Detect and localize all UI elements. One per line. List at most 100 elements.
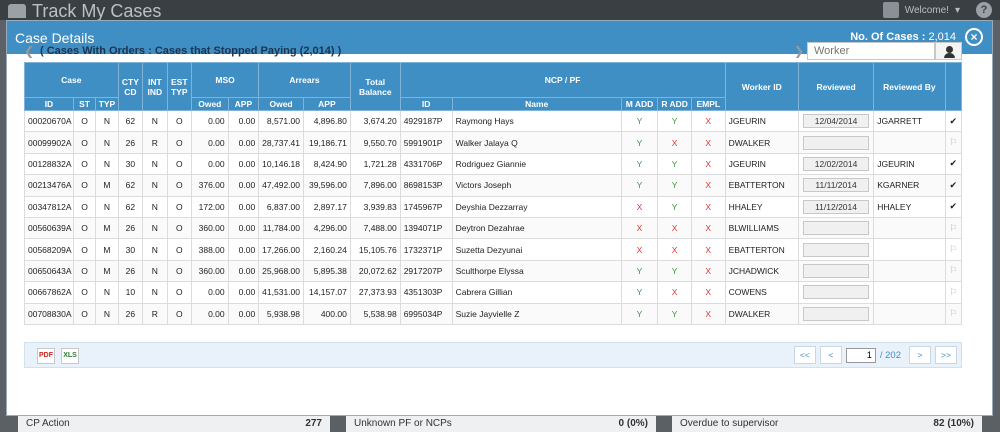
flag-icon[interactable]: ⚐ [944, 259, 963, 283]
col-cty-cd[interactable]: CTY CD [117, 62, 144, 111]
stat-cp-action[interactable]: CP Action 277 [18, 416, 330, 432]
col-case-id[interactable]: ID [24, 97, 74, 111]
cell-empl: X [690, 259, 726, 283]
cell-reviewed-by: JGEURIN [873, 152, 946, 176]
table-row[interactable]: 00708830A O N 26 R O 0.00 0.00 5,938.98 400.00 5,5… [24, 302, 963, 325]
export-excel-icon[interactable]: XLS [61, 348, 79, 364]
col-reviewed-by[interactable]: Reviewed By [873, 62, 946, 111]
table-row[interactable]: 00213476A O M 62 N O 376.00 0.00 47,492.00 39,596… [24, 174, 963, 197]
cell-case-st: O [72, 131, 97, 154]
col-mso-owed[interactable]: Owed [190, 97, 229, 111]
cell-worker-id: DWALKER [724, 302, 799, 325]
cell-mso-app: 0.00 [227, 238, 260, 261]
table-row[interactable]: 00128832A O N 30 N O 0.00 0.00 10,146.18 8,424.90… [24, 152, 963, 176]
app-logo[interactable]: Track My Cases [8, 1, 161, 22]
col-case-typ[interactable]: TYP [95, 97, 119, 111]
cell-ncp-name: Suzie Jayvielle Z [451, 302, 622, 325]
worker-filter-input[interactable] [807, 42, 935, 60]
prev-category-icon[interactable]: ❮ [24, 44, 34, 58]
prev-page-button[interactable]: < [819, 346, 842, 364]
cell-reviewed: 12/04/2014 [797, 109, 875, 133]
col-int-ind[interactable]: INT IND [142, 62, 168, 111]
cell-total-balance: 20,072.62 [349, 259, 401, 283]
col-empl[interactable]: EMPL [690, 97, 726, 111]
user-menu[interactable]: Welcome! ▾ [882, 0, 960, 20]
table-footer: PDF XLS << < / 202 > >> [24, 342, 962, 368]
flag-icon[interactable]: ⚐ [944, 131, 963, 154]
cell-est-typ: O [166, 174, 192, 197]
col-case-st[interactable]: ST [72, 97, 97, 111]
col-ncp-id[interactable]: ID [399, 97, 453, 111]
cell-empl: X [690, 131, 726, 154]
cell-mso-owed: 0.00 [190, 152, 229, 176]
cell-case-id: 00213476A [24, 174, 74, 197]
stat-unknown-pf[interactable]: Unknown PF or NCPs 0 (0%) [346, 416, 656, 432]
col-arrears-owed[interactable]: Owed [258, 97, 304, 111]
cell-cty-cd: 62 [117, 195, 144, 218]
col-est-typ[interactable]: EST TYP [166, 62, 192, 111]
cell-case-st: O [72, 195, 97, 218]
check-icon[interactable]: ✔ [944, 174, 963, 197]
case-table: Case CTY CD INT IND EST TYP MSO Arrears … [24, 62, 963, 325]
check-icon[interactable]: ✔ [944, 109, 963, 133]
cell-ncp-name: Victors Joseph [451, 174, 622, 197]
col-r-add[interactable]: R ADD [657, 97, 692, 111]
reviewed-date-field[interactable]: 11/11/2014 [803, 178, 870, 193]
stat-overdue[interactable]: Overdue to supervisor 82 (10%) [672, 416, 982, 432]
export-pdf-icon[interactable]: PDF [37, 348, 55, 364]
first-page-button[interactable]: << [793, 346, 816, 364]
reviewed-date-field[interactable]: 12/02/2014 [803, 156, 870, 171]
col-m-add[interactable]: M ADD [620, 97, 659, 111]
col-reviewed[interactable]: Reviewed [797, 62, 875, 111]
check-icon[interactable]: ✔ [944, 195, 963, 218]
page-number-input[interactable] [845, 347, 876, 363]
cell-arrears-app: 2,160.24 [302, 238, 351, 261]
cell-arrears-owed: 47,492.00 [258, 174, 304, 197]
close-icon[interactable]: × [965, 28, 983, 46]
cell-empl: X [690, 195, 726, 218]
next-page-button[interactable]: > [909, 346, 931, 364]
next-category-icon[interactable]: ❯ [794, 44, 804, 58]
table-row[interactable]: 00568209A O M 30 N O 388.00 0.00 17,266.00 2,160.… [24, 238, 963, 261]
col-arrears-app[interactable]: APP [302, 97, 351, 111]
table-row[interactable]: 00347812A O N 62 N O 172.00 0.00 6,837.00 2,897.1… [24, 195, 963, 218]
cell-reviewed-by [873, 131, 946, 154]
reviewed-date-field[interactable] [803, 285, 870, 300]
col-total-balance[interactable]: Total Balance [349, 62, 401, 111]
last-page-button[interactable]: >> [935, 346, 957, 364]
cell-int-ind: N [142, 259, 168, 283]
cell-mso-app: 0.00 [227, 131, 260, 154]
flag-icon[interactable]: ⚐ [944, 302, 963, 325]
table-row[interactable]: 00020670A O N 62 N O 0.00 0.00 8,571.00 4,896.80 3… [24, 109, 963, 133]
col-worker-id[interactable]: Worker ID [724, 62, 799, 111]
col-ncp-name[interactable]: Name [451, 97, 622, 111]
cell-ncp-id: 2917207P [399, 259, 453, 283]
flag-icon[interactable]: ⚐ [944, 281, 963, 304]
cell-case-id: 00128832A [24, 152, 74, 176]
reviewed-date-field[interactable] [803, 221, 870, 236]
cell-m-add: X [620, 216, 659, 240]
col-mso-app[interactable]: APP [227, 97, 260, 111]
reviewed-date-field[interactable] [803, 242, 870, 257]
table-row[interactable]: 00650643A O M 26 N O 360.00 0.00 25,968.00 5,895.… [24, 259, 963, 283]
cell-int-ind: N [142, 281, 168, 304]
cell-arrears-owed: 25,968.00 [258, 259, 304, 283]
help-icon[interactable]: ? [976, 2, 992, 18]
check-icon[interactable]: ✔ [944, 152, 963, 176]
reviewed-date-field[interactable]: 12/04/2014 [803, 114, 870, 129]
cell-mso-app: 0.00 [227, 302, 260, 325]
cell-total-balance: 27,373.93 [349, 281, 401, 304]
reviewed-date-field[interactable]: 11/12/2014 [803, 199, 870, 214]
cell-m-add: Y [620, 302, 659, 325]
reviewed-date-field[interactable] [803, 263, 870, 278]
reviewed-date-field[interactable] [803, 306, 870, 321]
reviewed-date-field[interactable] [803, 135, 870, 150]
table-row[interactable]: 00560639A O M 26 N O 360.00 0.00 11,784.00 4,296.… [24, 216, 963, 240]
user-icon [946, 46, 953, 53]
flag-icon[interactable]: ⚐ [944, 216, 963, 240]
flag-icon[interactable]: ⚐ [944, 238, 963, 261]
table-row[interactable]: 00667862A O N 10 N O 0.00 0.00 41,531.00 14,157.0… [24, 281, 963, 304]
table-row[interactable]: 00099902A O N 26 R O 0.00 0.00 28,737.41 19,186.7… [24, 131, 963, 154]
cell-reviewed-by: JGARRETT [873, 109, 946, 133]
worker-lookup-button[interactable] [935, 42, 962, 60]
